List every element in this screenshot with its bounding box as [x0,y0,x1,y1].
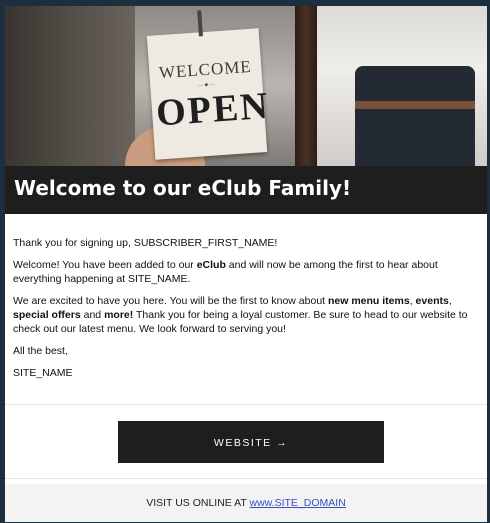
footer-prefix: VISIT US ONLINE AT [146,497,250,509]
sign-open-text: OPEN [154,84,271,135]
hero-apron-strap [355,101,475,109]
signoff-text: All the best, [13,345,68,357]
bold-eclub: eClub [196,259,226,271]
open-sign: WELCOME — ◆ — OPEN [146,10,271,160]
message-body: Thank you for signing up, SUBSCRIBER_FIR… [13,236,483,388]
signoff: All the best, [13,344,483,358]
bold-events: events [415,295,449,307]
email-frame: WELCOME — ◆ — OPEN Welcome to our eClub … [5,6,487,522]
text-span: and [80,309,105,321]
signature: SITE_NAME [13,366,483,380]
divider-top [5,404,487,405]
footer: VISIT US ONLINE AT www.SITE_DOMAIN [5,484,487,522]
bold-menu-items: new menu items [328,295,410,307]
text-span: Welcome! You have been added to our [13,259,197,271]
bold-more: more! [104,309,134,321]
greeting: Thank you for signing up, SUBSCRIBER_FIR… [13,236,483,250]
hero-image: WELCOME — ◆ — OPEN [5,6,487,166]
divider-bottom [5,478,487,479]
text-span: , [448,295,452,307]
signature-text: SITE_NAME [13,367,73,379]
title-bar: Welcome to our eClub Family! [5,166,487,214]
hero-window-left [5,6,135,166]
site-domain-link[interactable]: www.SITE_DOMAIN [250,497,346,509]
text-span: We are excited to have you here. You wil… [13,295,328,307]
page-title: Welcome to our eClub Family! [14,176,352,200]
paragraph-welcome: Welcome! You have been added to our eClu… [13,258,483,286]
hero-apron [355,66,475,166]
greeting-text: Thank you for signing up, SUBSCRIBER_FIR… [13,237,278,249]
paragraph-excited: We are excited to have you here. You wil… [13,294,483,336]
hero-door-frame [295,6,317,166]
bold-special-offers: special offers [13,309,81,321]
website-button[interactable]: WEBSITE → [118,421,384,463]
